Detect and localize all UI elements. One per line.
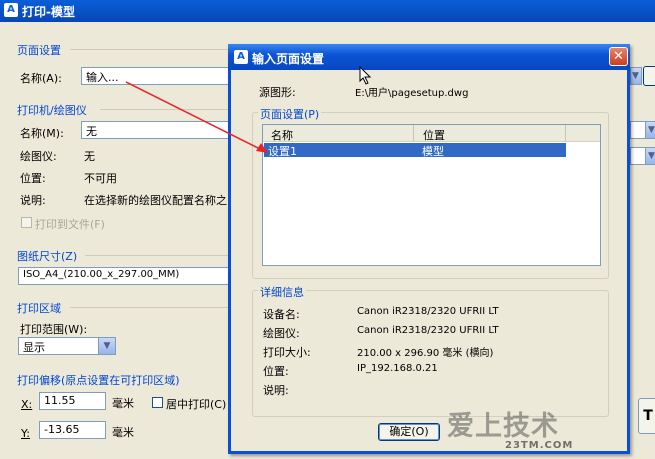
watermark-text: 爱上技术	[447, 411, 559, 442]
watermark-url: 23TM.COM	[505, 440, 574, 451]
annotation-arrow-line	[125, 81, 263, 151]
mouse-cursor-icon	[359, 66, 372, 85]
annotation-arrow	[125, 81, 268, 153]
